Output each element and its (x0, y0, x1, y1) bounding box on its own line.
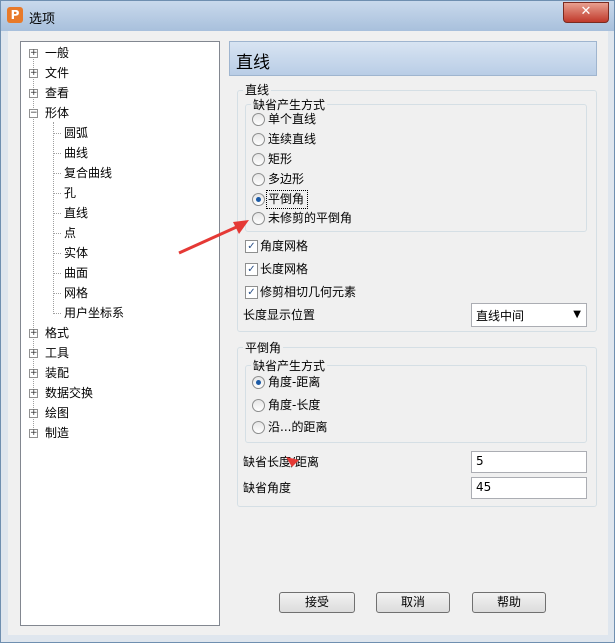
red-arrow-icon (178, 220, 249, 255)
annotation-overlay (178, 220, 299, 467)
red-pointer-icon (286, 457, 299, 467)
options-dialog: P 选项 ✕ + 一般 + 文件 + 查看 − 形体 圆弧 曲线 复合曲线 孔 … (0, 0, 615, 643)
